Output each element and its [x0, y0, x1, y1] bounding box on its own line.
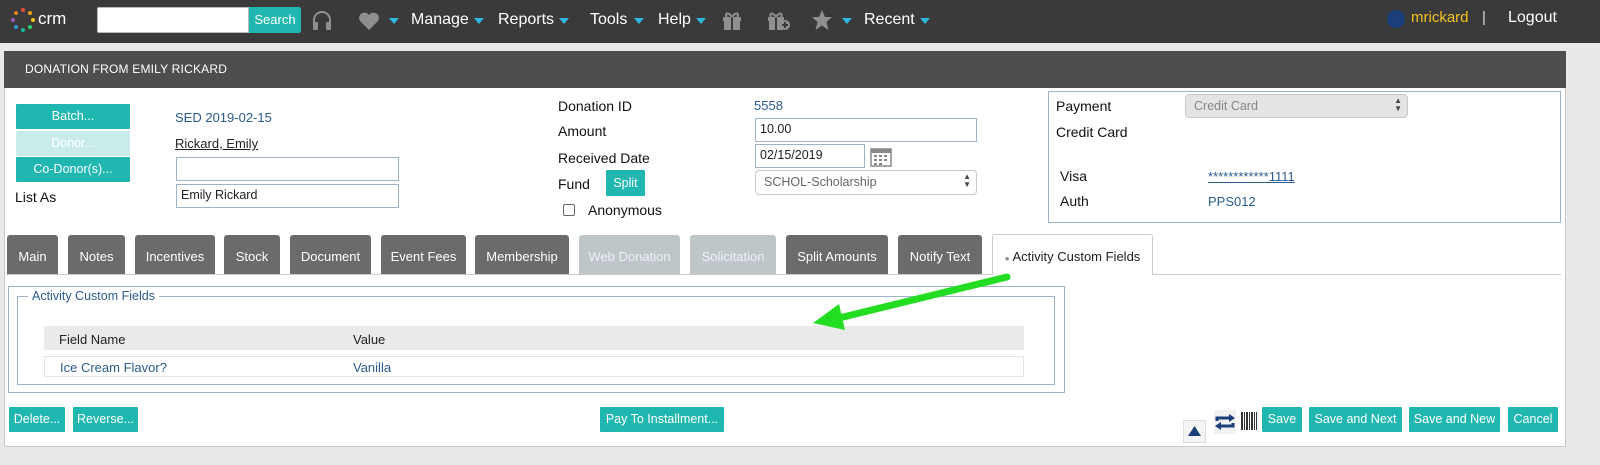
user-avatar-icon[interactable]	[1387, 10, 1405, 28]
batch-value-link[interactable]: SED 2019-02-15	[175, 110, 272, 125]
save-and-next-button[interactable]: Save and Next	[1309, 407, 1402, 432]
panel-header	[4, 51, 1566, 88]
nav-reports[interactable]: Reports	[498, 11, 554, 29]
row-value[interactable]: Vanilla	[353, 360, 391, 375]
tab-activity-custom-fields-label: Activity Custom Fields	[1012, 249, 1141, 264]
payment-label: Payment	[1056, 98, 1112, 114]
nav-help[interactable]: Help	[658, 11, 691, 29]
tab-event-fees[interactable]: Event Fees	[381, 235, 466, 274]
triangle-up-icon	[1188, 426, 1201, 436]
tab-notes[interactable]: Notes	[68, 235, 125, 274]
visa-card-link[interactable]: ************1111	[1208, 169, 1295, 184]
donation-id-label: Donation ID	[558, 98, 632, 114]
nav-separator: |	[1482, 9, 1486, 26]
select-arrows-icon: ▲ ▼	[963, 172, 971, 189]
batch-button[interactable]: Batch...	[16, 104, 130, 129]
gift-plus-icon[interactable]	[766, 9, 790, 31]
anonymous-checkbox[interactable]	[563, 204, 575, 216]
calendar-icon[interactable]	[870, 147, 892, 167]
payment-select[interactable]: Credit Card ▲ ▼	[1185, 94, 1408, 118]
payment-select-arrows-icon: ▲ ▼	[1394, 96, 1402, 113]
amount-label: Amount	[558, 123, 607, 139]
auth-label: Auth	[1060, 193, 1089, 209]
amount-input[interactable]: 10.00	[755, 118, 977, 142]
logo-text[interactable]: crm	[38, 9, 66, 29]
table-row[interactable]	[44, 356, 1024, 377]
codonor-button[interactable]: Co-Donor(s)...	[16, 157, 130, 182]
tab-document[interactable]: Document	[290, 235, 371, 274]
repeat-icon[interactable]	[1214, 410, 1236, 434]
recent-caret-icon[interactable]	[920, 18, 930, 24]
codonor-input[interactable]	[176, 157, 399, 181]
anonymous-label: Anonymous	[588, 202, 662, 218]
payment-select-value: Credit Card	[1194, 99, 1258, 113]
visa-label: Visa	[1060, 168, 1087, 184]
col-value-header: Value	[353, 332, 386, 347]
nav-tools[interactable]: Tools	[590, 11, 627, 29]
manage-caret-icon[interactable]	[474, 18, 484, 24]
star-icon[interactable]	[811, 9, 833, 31]
barcode-icon[interactable]	[1241, 411, 1257, 431]
list-as-input[interactable]: Emily Rickard	[176, 184, 399, 208]
auth-value: PPS012	[1208, 194, 1256, 209]
save-button[interactable]: Save	[1262, 407, 1302, 432]
row-field-name[interactable]: Ice Cream Flavor?	[60, 360, 167, 375]
username-link[interactable]: mrickard	[1411, 9, 1469, 26]
pay-to-installment-button[interactable]: Pay To Installment...	[600, 407, 724, 432]
nav-recent[interactable]: Recent	[864, 11, 915, 29]
logout-link[interactable]: Logout	[1508, 9, 1557, 27]
search-button[interactable]: Search	[249, 7, 301, 33]
search-input[interactable]	[97, 7, 249, 33]
tab-membership[interactable]: Membership	[475, 235, 569, 274]
nav-manage[interactable]: Manage	[411, 11, 469, 29]
tab-web-donation[interactable]: Web Donation	[579, 235, 680, 274]
received-date-label: Received Date	[558, 150, 650, 166]
tools-caret-icon[interactable]	[634, 18, 644, 24]
credit-card-label: Credit Card	[1056, 124, 1128, 140]
gift-icon[interactable]	[721, 9, 743, 31]
donor-button[interactable]: Donor...	[16, 131, 130, 156]
custom-fields-legend: Activity Custom Fields	[28, 289, 159, 303]
reports-caret-icon[interactable]	[559, 18, 569, 24]
tab-stock[interactable]: Stock	[224, 235, 280, 274]
fund-select-value: SCHOL-Scholarship	[764, 175, 877, 189]
tab-solicitation[interactable]: Solicitation	[690, 235, 776, 274]
scroll-top-button[interactable]	[1183, 420, 1206, 443]
split-button[interactable]: Split	[606, 170, 645, 196]
help-caret-icon[interactable]	[696, 18, 706, 24]
cancel-button[interactable]: Cancel	[1508, 407, 1558, 432]
save-and-new-button[interactable]: Save and New	[1409, 407, 1500, 432]
heart-icon[interactable]	[358, 11, 380, 31]
fund-select[interactable]: SCHOL-Scholarship ▲ ▼	[755, 170, 977, 195]
col-field-name-header: Field Name	[59, 332, 126, 347]
fund-label: Fund	[558, 176, 590, 192]
green-arrow-annotation	[813, 273, 1011, 330]
crm-logo-icon[interactable]	[10, 7, 36, 33]
donor-value-link[interactable]: Rickard, Emily	[175, 136, 258, 151]
active-tab-dot-icon: ●	[1004, 254, 1010, 263]
heart-caret-icon[interactable]	[389, 18, 399, 24]
star-caret-icon[interactable]	[842, 18, 852, 24]
reverse-button[interactable]: Reverse...	[73, 407, 138, 432]
delete-button[interactable]: Delete...	[9, 407, 65, 432]
headphones-icon[interactable]	[311, 10, 333, 32]
list-as-label: List As	[15, 189, 57, 205]
tab-incentives[interactable]: Incentives	[135, 235, 215, 274]
donation-id-value: 5558	[754, 98, 783, 113]
tab-divider	[6, 274, 1561, 275]
panel-title: DONATION FROM EMILY RICKARD	[25, 62, 228, 76]
received-date-input[interactable]: 02/15/2019	[755, 144, 865, 168]
tab-main[interactable]: Main	[7, 235, 58, 274]
